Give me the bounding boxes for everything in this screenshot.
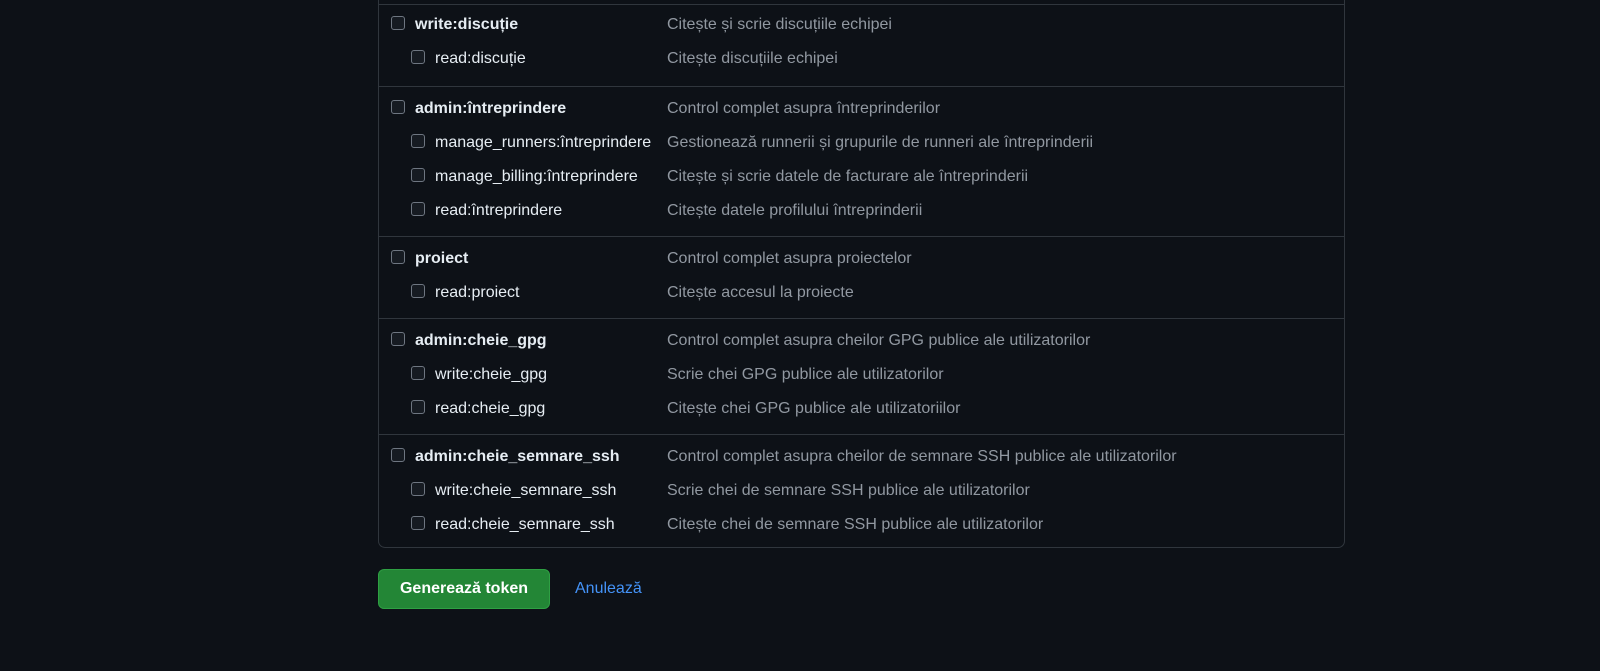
scope-name: manage_billing:întreprindere	[435, 168, 638, 185]
scope-description: Control complet asupra cheilor GPG publi…	[667, 332, 1091, 349]
scope-checkbox[interactable]	[411, 516, 425, 530]
scope-group-admin-cheie-gpg: admin:cheie_gpg Control complet asupra c…	[379, 318, 1344, 435]
scope-description: Citește accesul la proiecte	[667, 284, 854, 301]
scope-row-parent: admin:cheie_gpg Control complet asupra c…	[379, 319, 1344, 353]
scope-checkbox[interactable]	[411, 400, 425, 414]
scope-row-child: manage_billing:întreprindere Citește și …	[379, 155, 1344, 189]
scope-row-child: read:proiect Citește accesul la proiecte	[379, 271, 1344, 305]
scope-row-child: read:cheie_gpg Citește chei GPG publice …	[379, 387, 1344, 421]
scope-name: read:întreprindere	[435, 202, 563, 219]
scope-checkbox[interactable]	[411, 366, 425, 380]
scope-group-proiect: proiect Control complet asupra proiectel…	[379, 236, 1344, 319]
scope-name: admin:întreprindere	[415, 100, 567, 117]
scope-name: read:cheie_gpg	[435, 400, 546, 417]
scope-description: Control complet asupra întreprinderilor	[667, 100, 941, 117]
scope-description: Scrie chei GPG publice ale utilizatorilo…	[667, 366, 944, 383]
scope-row-child: write:cheie_gpg Scrie chei GPG publice a…	[379, 353, 1344, 387]
scope-description: Control complet asupra proiectelor	[667, 250, 912, 267]
scope-name: write:cheie_gpg	[435, 366, 548, 383]
scope-checkbox[interactable]	[411, 284, 425, 298]
scope-row-parent: proiect Control complet asupra proiectel…	[379, 237, 1344, 271]
cancel-link[interactable]: Anulează	[575, 578, 642, 600]
scope-name: manage_runners:întreprindere	[435, 134, 652, 151]
scope-row-parent: admin:întreprindere Control complet asup…	[379, 87, 1344, 121]
scope-row-child: read:cheie_semnare_ssh Citește chei de s…	[379, 503, 1344, 537]
scope-row-parent: write:discuție Citește și scrie discuții…	[379, 5, 1344, 39]
scope-checkbox[interactable]	[411, 50, 425, 64]
scope-name: read:proiect	[435, 284, 520, 301]
scopes-panel: write:discuție Citește și scrie discuții…	[378, 0, 1345, 548]
scope-group-admin-cheie-semnare-ssh: admin:cheie_semnare_ssh Control complet …	[379, 434, 1344, 549]
scope-checkbox[interactable]	[411, 202, 425, 216]
scope-name: write:discuție	[415, 16, 519, 33]
scope-description: Citește și scrie datele de facturare ale…	[667, 168, 1029, 185]
scope-row-child: write:cheie_semnare_ssh Scrie chei de se…	[379, 469, 1344, 503]
scope-description: Citește și scrie discuțiile echipei	[667, 16, 892, 33]
scope-checkbox[interactable]	[411, 134, 425, 148]
scope-description: Scrie chei de semnare SSH publice ale ut…	[667, 482, 1030, 499]
scope-description: Citește chei GPG publice ale utilizatori…	[667, 400, 961, 417]
scope-name: write:cheie_semnare_ssh	[435, 482, 617, 499]
scope-checkbox[interactable]	[391, 332, 405, 346]
scope-checkbox[interactable]	[411, 168, 425, 182]
scope-row-child: read:discuție Citește discuțiile echipei	[379, 39, 1344, 73]
scope-name: admin:cheie_gpg	[415, 332, 547, 349]
scope-description: Control complet asupra cheilor de semnar…	[667, 448, 1177, 465]
scope-description: Citește chei de semnare SSH publice ale …	[667, 516, 1044, 533]
scope-name: proiect	[415, 250, 469, 267]
scope-checkbox[interactable]	[391, 100, 405, 114]
scope-checkbox[interactable]	[391, 250, 405, 264]
scope-row-parent: admin:cheie_semnare_ssh Control complet …	[379, 435, 1344, 469]
scope-group-write-discutie: write:discuție Citește și scrie discuții…	[379, 4, 1344, 87]
scope-group-admin-intreprindere: admin:întreprindere Control complet asup…	[379, 86, 1344, 237]
scope-name: admin:cheie_semnare_ssh	[415, 448, 620, 465]
scope-description: Gestionează runnerii și grupurile de run…	[667, 134, 1094, 151]
scope-row-child: manage_runners:întreprindere Gestionează…	[379, 121, 1344, 155]
scope-row-child: read:întreprindere Citește datele profil…	[379, 189, 1344, 223]
generate-token-button[interactable]: Generează token	[378, 569, 550, 609]
scope-description: Citește discuțiile echipei	[667, 50, 838, 67]
scope-checkbox[interactable]	[391, 16, 405, 30]
scope-checkbox[interactable]	[411, 482, 425, 496]
scope-name: read:discuție	[435, 50, 526, 67]
scope-checkbox[interactable]	[391, 448, 405, 462]
scope-name: read:cheie_semnare_ssh	[435, 516, 615, 533]
scope-description: Citește datele profilului întreprinderii	[667, 202, 923, 219]
